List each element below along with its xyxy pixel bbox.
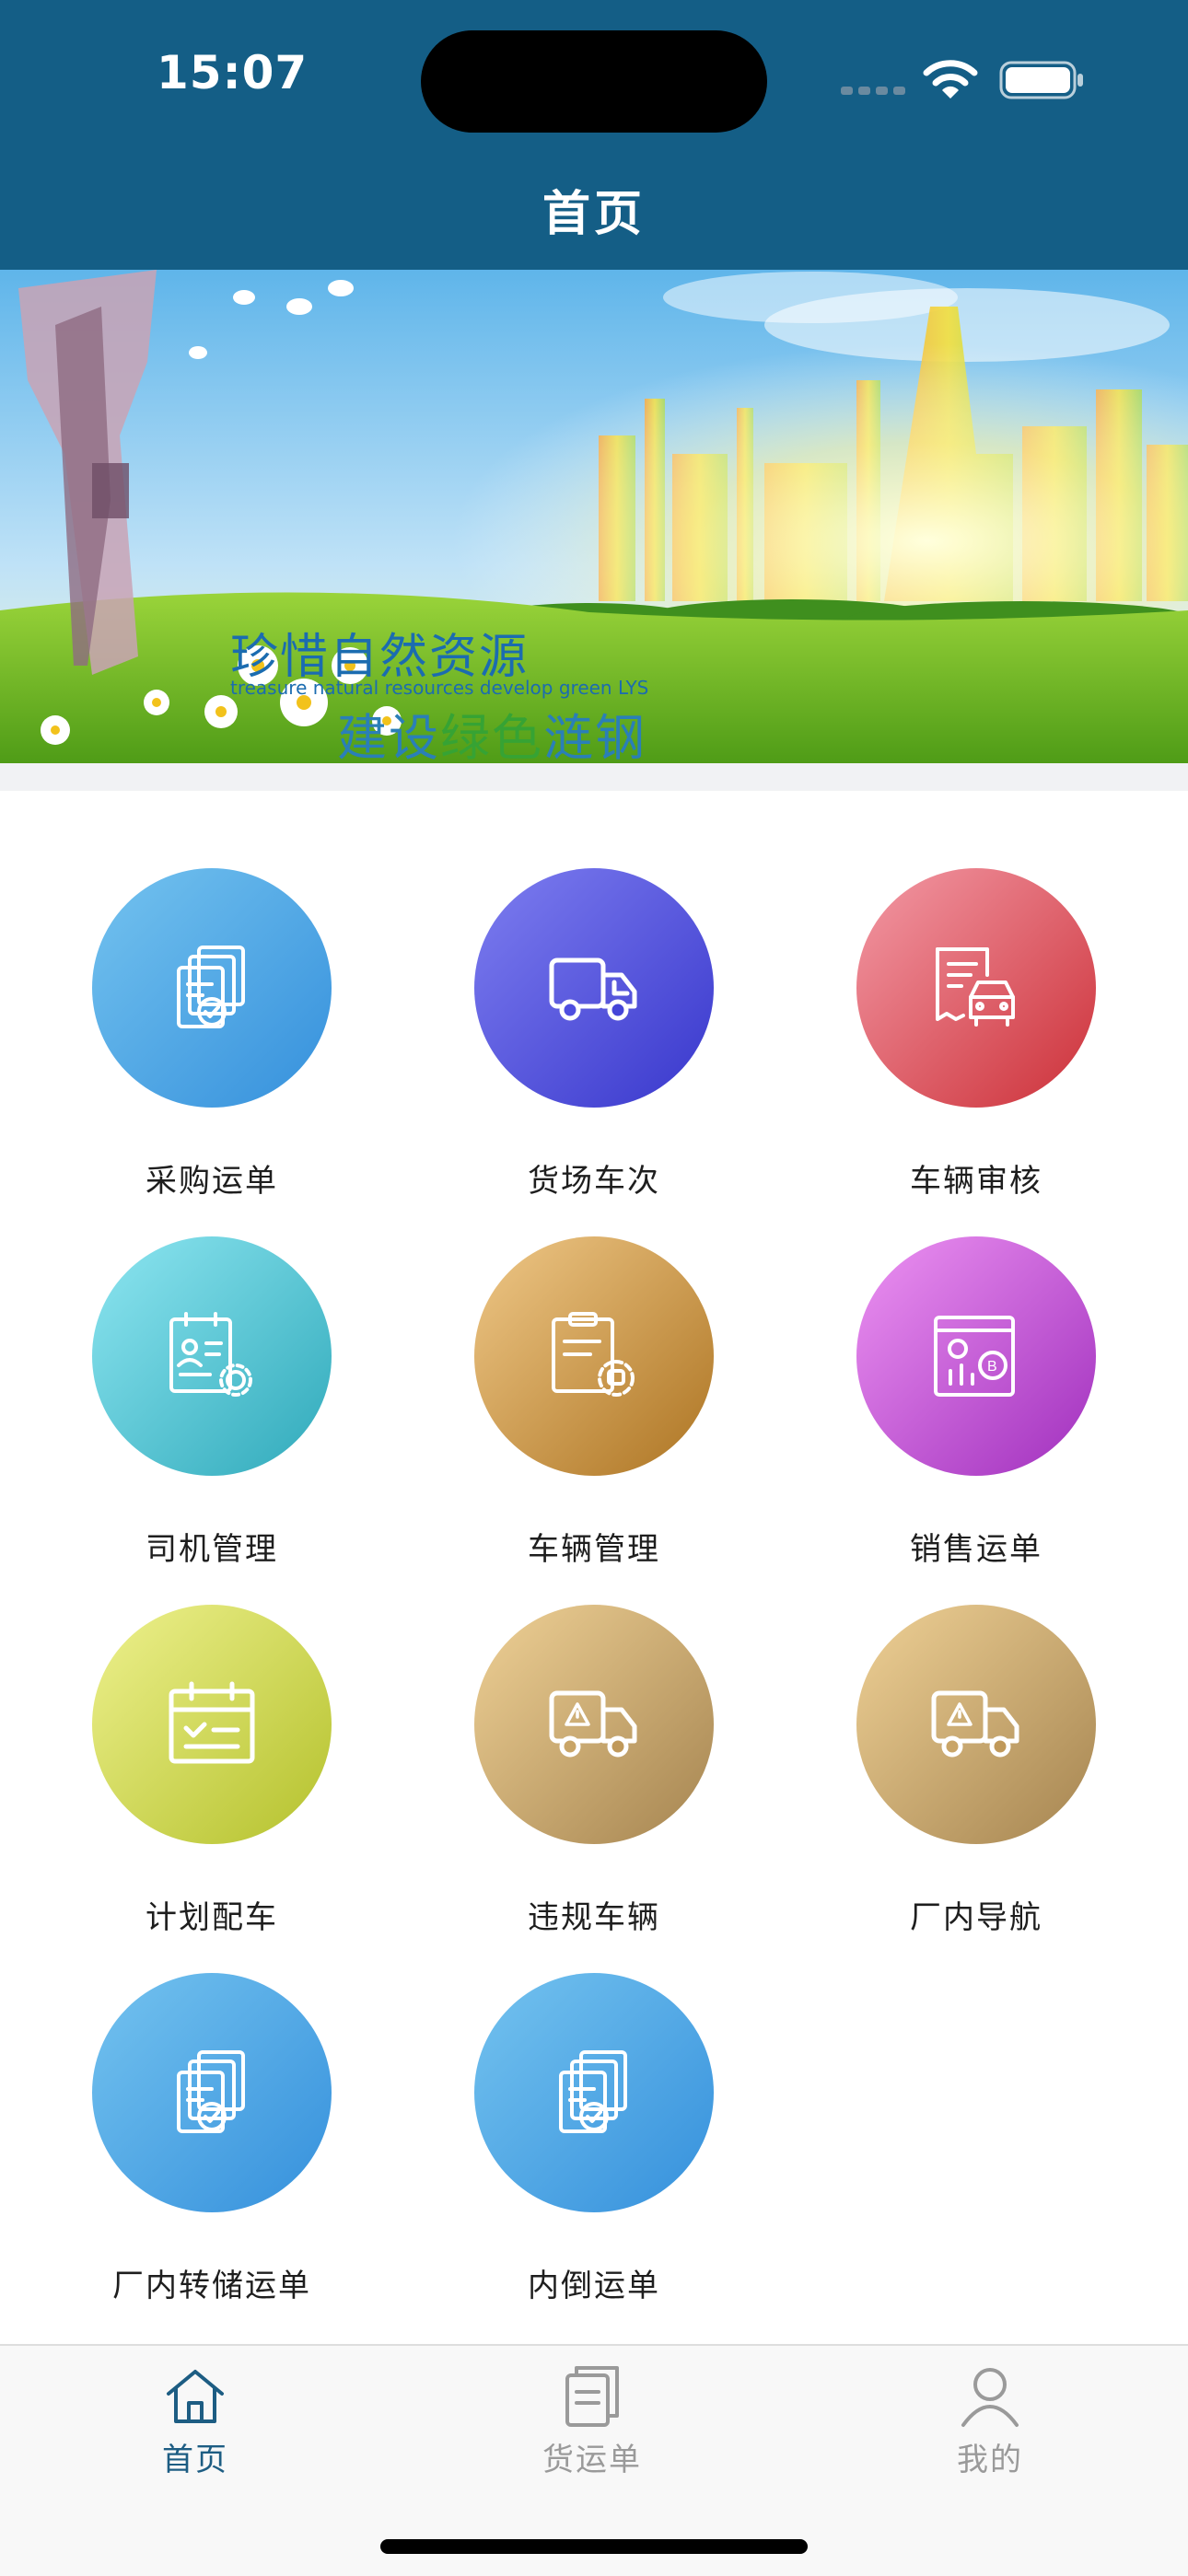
banner-slogan: 建设绿色涟钢 <box>337 709 646 763</box>
wifi-icon <box>923 60 978 99</box>
home-indicator[interactable] <box>380 2539 808 2554</box>
banner-image[interactable]: 珍惜自然资源 treasure natural resources develo… <box>0 270 1188 763</box>
cellular-signal-icon <box>841 87 905 95</box>
documents-check-icon <box>92 868 332 1108</box>
dynamic-island <box>421 30 767 133</box>
document-list-icon <box>565 2366 619 2427</box>
truck-warning-icon <box>474 1605 714 1844</box>
menu-item-yard-trips[interactable]: 货场车次 <box>382 791 765 1200</box>
tab-label: 货运单 <box>542 2442 642 2478</box>
section-divider <box>0 763 1188 791</box>
person-icon <box>961 2368 1019 2427</box>
menu-item-plant-navigation[interactable]: 厂内导航 <box>764 1527 1147 1936</box>
truck-warning-icon <box>856 1605 1096 1844</box>
svg-text:B: B <box>987 1359 997 1375</box>
menu-item-label: 厂内转储运单 <box>112 2268 311 2304</box>
top-bar: 15:07 首页 <box>0 0 1188 270</box>
banner-subtitle: treasure natural resources develop green… <box>230 677 649 699</box>
menu-item-label: 厂内导航 <box>910 1899 1042 1936</box>
documents-check-icon <box>92 1973 332 2212</box>
menu-item-driver-management[interactable]: 司机管理 <box>0 1159 383 1568</box>
document-car-icon <box>856 868 1096 1108</box>
menu-item-planned-dispatch[interactable]: 计划配车 <box>0 1527 383 1936</box>
tab-label: 首页 <box>162 2442 228 2478</box>
documents-check-icon <box>474 1973 714 2212</box>
tab-home[interactable]: 首页 <box>57 2364 333 2502</box>
menu-item-label: 内倒运单 <box>528 2268 660 2304</box>
tab-waybill[interactable]: 货运单 <box>454 2364 730 2502</box>
clipboard-vehicle-gear-icon <box>474 1236 714 1476</box>
menu-item-internal-waybill[interactable]: 内倒运单 <box>382 1896 765 2304</box>
truck-icon <box>474 868 714 1108</box>
clipboard-person-gear-icon <box>92 1236 332 1476</box>
status-time: 15:07 <box>157 46 309 99</box>
menu-item-plant-transfer-waybill[interactable]: 厂内转储运单 <box>0 1896 383 2304</box>
menu-item-sales-waybill[interactable]: B 销售运单 <box>764 1159 1147 1568</box>
menu-item-vehicle-management[interactable]: 车辆管理 <box>382 1159 765 1568</box>
menu-item-violating-vehicles[interactable]: 违规车辆 <box>382 1527 765 1936</box>
tab-mine[interactable]: 我的 <box>852 2364 1128 2502</box>
tab-label: 我的 <box>957 2442 1023 2478</box>
home-icon <box>167 2370 224 2423</box>
menu-item-vehicle-review[interactable]: 车辆审核 <box>764 791 1147 1200</box>
menu-item-purchase-waybill[interactable]: 采购运单 <box>0 791 383 1200</box>
calendar-check-icon <box>92 1605 332 1844</box>
page-title: 首页 <box>542 187 646 242</box>
battery-icon <box>999 61 1083 99</box>
sales-chart-coin-icon: B <box>856 1236 1096 1476</box>
